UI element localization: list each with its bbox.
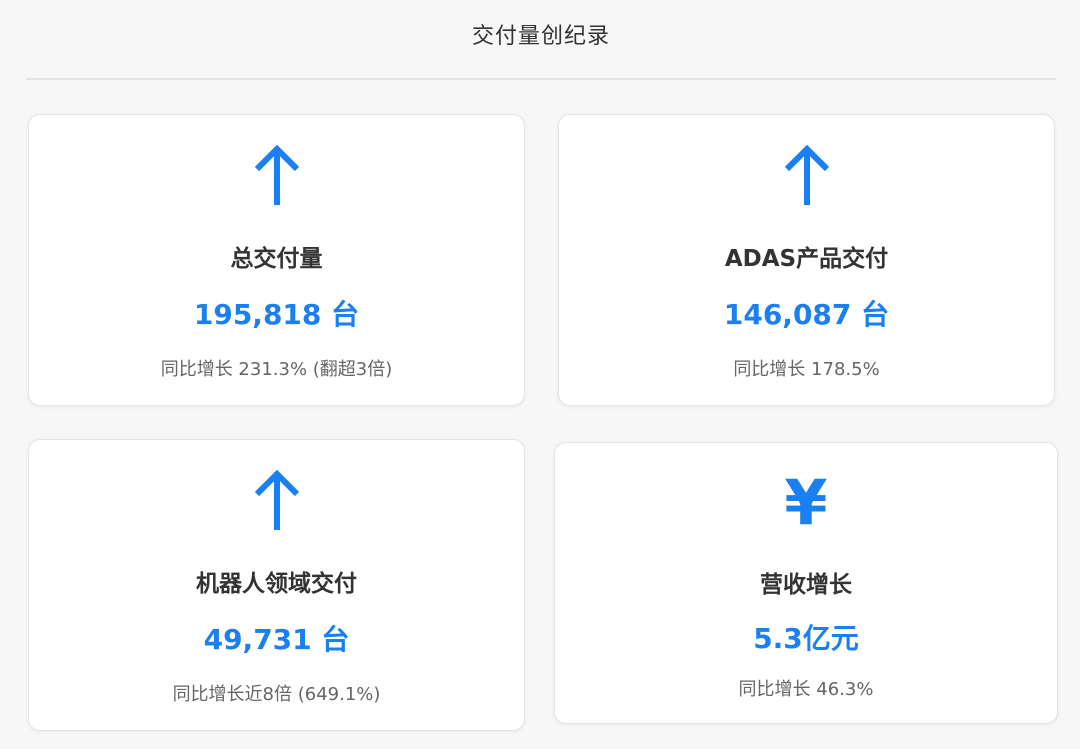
stat-card-note: 同比增长 46.3%: [738, 679, 874, 700]
yen-glyph: ¥: [784, 466, 828, 539]
yen-icon: ¥: [555, 471, 1057, 535]
stat-card-title: 机器人领域交付: [196, 571, 357, 597]
stat-card-value: 195,818 台: [193, 298, 360, 331]
arrow-up-icon: [29, 145, 524, 209]
stat-card-value: 5.3亿元: [753, 622, 859, 655]
section-header: 交付量创纪录: [26, 0, 1056, 80]
stat-card-note: 同比增长 231.3% (翻超3倍): [160, 359, 393, 380]
arrow-up-icon: [559, 145, 1054, 209]
stat-card-title: 营收增长: [760, 572, 852, 598]
section-title: 交付量创纪录: [471, 24, 610, 49]
arrow-up-icon: [29, 470, 524, 534]
stat-card-adas-deliveries: ADAS产品交付 146,087 台 同比增长 178.5%: [558, 114, 1055, 406]
stat-card-robotics-deliveries: 机器人领域交付 49,731 台 同比增长近8倍 (649.1%): [28, 439, 525, 731]
stat-card-note: 同比增长近8倍 (649.1%): [172, 684, 381, 705]
page: 交付量创纪录 总交付量 195,818 台 同比增长 231.3% (翻超3倍)…: [0, 0, 1080, 749]
stat-card-title: ADAS产品交付: [724, 246, 889, 272]
stat-card-value: 49,731 台: [203, 623, 350, 656]
stat-card-total-deliveries: 总交付量 195,818 台 同比增长 231.3% (翻超3倍): [28, 114, 525, 406]
stat-card-revenue-growth: ¥ 营收增长 5.3亿元 同比增长 46.3%: [554, 442, 1058, 724]
stat-card-note: 同比增长 178.5%: [733, 359, 880, 380]
stat-card-title: 总交付量: [230, 246, 323, 272]
stat-card-value: 146,087 台: [723, 298, 890, 331]
